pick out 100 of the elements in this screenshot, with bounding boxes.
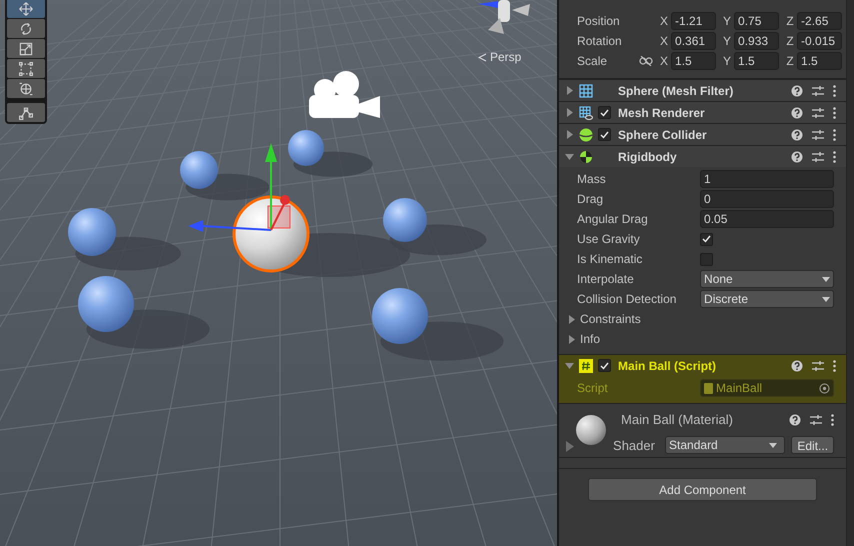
component-header[interactable]: Rigidbody bbox=[559, 146, 846, 167]
unlinked-chain-icon[interactable] bbox=[639, 56, 654, 66]
axis-label: X bbox=[659, 13, 670, 30]
foldout-arrow-icon[interactable] bbox=[565, 108, 574, 117]
sliders-icon[interactable] bbox=[812, 360, 824, 372]
shader-label: Shader bbox=[613, 436, 656, 454]
object-field[interactable]: MainBall bbox=[700, 379, 834, 397]
number-field[interactable]: -1.21 bbox=[671, 12, 716, 30]
number-field[interactable]: 0.75 bbox=[734, 12, 780, 30]
axis-label: Y bbox=[722, 53, 732, 70]
tool-button[interactable] bbox=[7, 0, 45, 18]
menu-icon[interactable] bbox=[833, 84, 836, 96]
menu-icon[interactable] bbox=[833, 150, 836, 162]
property-label: Is Kinematic bbox=[577, 251, 644, 268]
add-component-button[interactable]: Add Component bbox=[588, 478, 818, 501]
foldout-arrow-icon[interactable] bbox=[565, 361, 574, 370]
axis-label: X bbox=[659, 33, 670, 50]
component-header[interactable]: Main Ball (Script) bbox=[559, 355, 846, 376]
shader-dropdown[interactable]: Standard bbox=[665, 436, 786, 454]
rigidbody-icon bbox=[579, 150, 594, 164]
number-field[interactable]: 0.933 bbox=[734, 32, 780, 50]
number-field[interactable]: 1.5 bbox=[671, 52, 716, 70]
sphere[interactable] bbox=[68, 208, 116, 256]
number-field[interactable]: -0.015 bbox=[797, 32, 842, 50]
property-label: Use Gravity bbox=[577, 231, 641, 248]
number-field[interactable]: 1 bbox=[700, 170, 834, 188]
sliders-icon[interactable] bbox=[812, 128, 824, 140]
axis-label: Y bbox=[722, 33, 732, 50]
number-field[interactable]: 0.361 bbox=[671, 32, 716, 50]
component-header[interactable]: Sphere (Mesh Filter) bbox=[559, 80, 846, 101]
material-preview-icon bbox=[575, 414, 608, 446]
component-header[interactable]: Sphere Collider bbox=[559, 124, 846, 145]
help-icon[interactable] bbox=[791, 128, 804, 140]
sphere[interactable] bbox=[383, 198, 427, 242]
grid-eye-icon bbox=[579, 106, 594, 120]
sliders-icon[interactable] bbox=[812, 84, 824, 96]
checkbox[interactable] bbox=[598, 106, 612, 119]
checkbox[interactable] bbox=[598, 128, 612, 141]
foldout-arrow-icon[interactable] bbox=[565, 130, 574, 139]
foldout[interactable]: Info bbox=[559, 330, 834, 348]
checkbox[interactable] bbox=[598, 359, 612, 372]
axis-label: Z bbox=[785, 33, 795, 50]
property-label: Angular Drag bbox=[577, 211, 649, 228]
tool-button[interactable] bbox=[7, 19, 45, 38]
property-label: Scale bbox=[577, 53, 608, 70]
help-icon[interactable] bbox=[791, 150, 804, 162]
edit-button[interactable]: Edit... bbox=[791, 436, 834, 454]
number-field[interactable]: 1.5 bbox=[797, 52, 842, 70]
foldout-arrow-icon[interactable] bbox=[565, 152, 574, 161]
help-icon[interactable] bbox=[791, 360, 804, 372]
tool-button[interactable] bbox=[7, 59, 45, 78]
help-icon[interactable] bbox=[791, 84, 804, 96]
dropdown[interactable]: Discrete bbox=[700, 290, 834, 308]
rect-tool-icon bbox=[18, 60, 34, 76]
tool-button[interactable] bbox=[7, 79, 45, 98]
caret-icon bbox=[822, 276, 830, 282]
sphere[interactable] bbox=[78, 276, 134, 332]
number-field[interactable]: 1.5 bbox=[734, 52, 780, 70]
scale-tool-icon bbox=[18, 40, 34, 56]
sphere[interactable] bbox=[372, 288, 428, 344]
menu-icon[interactable] bbox=[833, 106, 836, 118]
component-header[interactable]: Mesh Renderer bbox=[559, 102, 846, 123]
sliders-icon[interactable] bbox=[812, 106, 824, 118]
orientation-gizmo[interactable] bbox=[478, 0, 530, 34]
number-field[interactable]: 0.05 bbox=[700, 210, 834, 228]
help-icon[interactable] bbox=[791, 106, 804, 118]
projection-label[interactable]: Persp bbox=[490, 48, 522, 66]
sphere[interactable] bbox=[180, 151, 218, 189]
axis-label: Y bbox=[722, 13, 732, 30]
sliders-icon[interactable] bbox=[812, 150, 824, 162]
checkbox[interactable] bbox=[700, 252, 714, 266]
foldout[interactable]: Constraints bbox=[559, 310, 834, 328]
property-label: Collision Detection bbox=[577, 291, 678, 308]
sliders-icon[interactable] bbox=[810, 414, 822, 426]
dropdown[interactable]: None bbox=[700, 270, 834, 288]
component-title: Sphere (Mesh Filter) bbox=[618, 82, 734, 100]
axis-label: Z bbox=[785, 53, 795, 70]
selected-sphere[interactable] bbox=[232, 196, 310, 272]
number-field[interactable]: 0 bbox=[700, 190, 834, 208]
menu-icon[interactable] bbox=[833, 360, 836, 372]
checkbox[interactable] bbox=[700, 232, 714, 246]
camera-icon[interactable] bbox=[309, 71, 380, 118]
tool-button[interactable] bbox=[7, 103, 45, 122]
sphere-collider-icon bbox=[579, 128, 594, 142]
tool-button[interactable] bbox=[7, 39, 45, 58]
menu-icon[interactable] bbox=[833, 128, 836, 140]
hash-icon bbox=[579, 358, 594, 372]
axis-label: X bbox=[659, 53, 670, 70]
target-icon[interactable] bbox=[819, 382, 830, 394]
menu-icon[interactable] bbox=[831, 414, 834, 426]
help-icon[interactable] bbox=[789, 414, 802, 426]
checkmark-icon bbox=[600, 130, 610, 138]
move-gizmo[interactable] bbox=[188, 143, 290, 232]
scrollbar[interactable] bbox=[846, 0, 854, 546]
foldout-arrow-icon[interactable] bbox=[567, 314, 576, 324]
foldout-arrow-icon[interactable] bbox=[565, 86, 574, 95]
checkmark-icon bbox=[600, 362, 610, 370]
number-field[interactable]: -2.65 bbox=[797, 12, 842, 30]
sphere[interactable] bbox=[288, 130, 324, 166]
foldout-arrow-icon[interactable] bbox=[567, 334, 576, 344]
